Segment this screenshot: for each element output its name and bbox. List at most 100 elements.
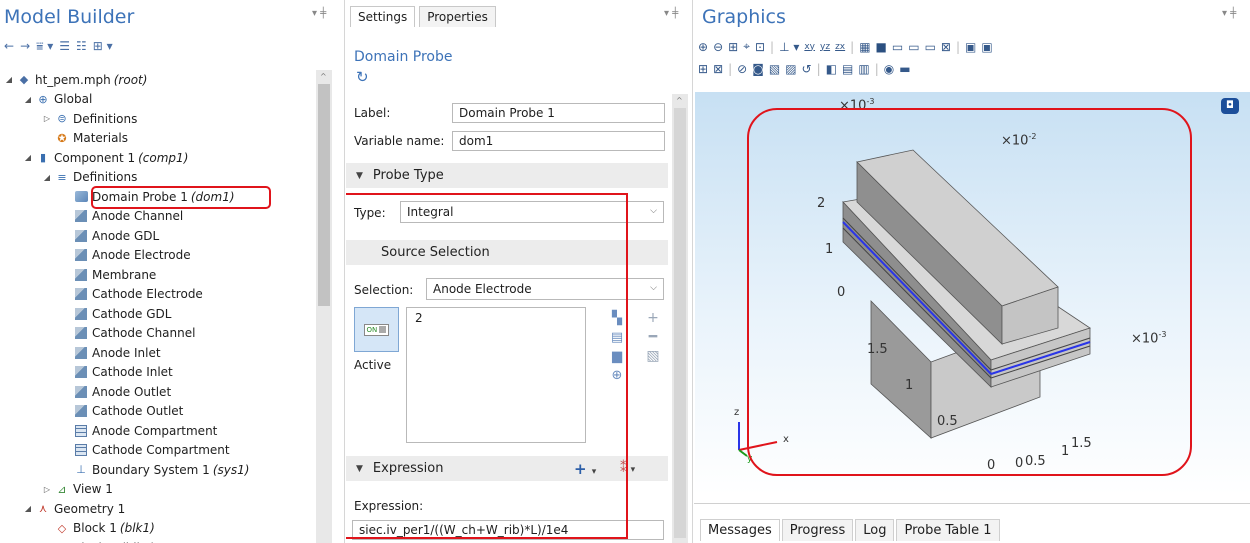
remove-icon[interactable]: ━: [646, 328, 660, 347]
select-domain-icon[interactable]: ■: [876, 40, 887, 54]
graphics-canvas[interactable]: ×10-3 ×10-2 ×10-3 2 1 0 1.5 1 0.5 0 0 0.…: [695, 92, 1250, 495]
wireframe-icon[interactable]: ▧: [769, 62, 780, 76]
expand-icon[interactable]: ☰: [59, 39, 70, 53]
tree-scroll-thumb[interactable]: [318, 84, 330, 306]
active-toggle[interactable]: ON: [354, 307, 399, 352]
source-selection-section[interactable]: Source Selection: [346, 240, 668, 265]
tree-item[interactable]: Cathode Compartment: [4, 441, 314, 461]
collapse-arrow-icon[interactable]: ◢: [23, 153, 33, 162]
reset-view-badge-icon[interactable]: ◘: [1221, 98, 1239, 114]
tree-item[interactable]: ▷ ⊿ View 1: [4, 480, 314, 500]
tree-item[interactable]: ◢ ▮ Component 1 (comp1): [4, 148, 314, 168]
select-object-icon[interactable]: ▦: [859, 40, 870, 54]
zoom-selection-icon[interactable]: ⊕: [610, 366, 624, 385]
tree-item[interactable]: ▷ ⊜ Definitions: [4, 109, 314, 129]
tree-item[interactable]: ◢ ≡ Definitions: [4, 168, 314, 188]
scene-light-icon[interactable]: ▤: [842, 62, 853, 76]
select-point-icon[interactable]: ▭: [925, 40, 936, 54]
tree-item[interactable]: Cathode Electrode: [4, 285, 314, 305]
pane-menu-icon[interactable]: ▾ ╪: [1222, 8, 1236, 19]
reset-view-icon[interactable]: ↺: [802, 62, 812, 76]
tree-item[interactable]: Anode Electrode: [4, 246, 314, 266]
collapse-arrow-icon[interactable]: ◢: [4, 75, 14, 84]
xy-view-icon[interactable]: xy: [804, 42, 815, 52]
settings-scroll-thumb[interactable]: [674, 108, 686, 538]
expression-field[interactable]: siec.iv_per1/((W_ch+W_rib)*L)/1e4: [352, 520, 664, 540]
zoom-in-icon[interactable]: ⊕: [698, 40, 708, 54]
clipboard-icon[interactable]: ▆: [610, 347, 624, 366]
tab-messages[interactable]: Messages: [700, 519, 780, 541]
tree-item[interactable]: ◇Block 2(blk2): [4, 538, 314, 543]
select-boundary-icon[interactable]: ▭: [892, 40, 903, 54]
zoom-selected-icon[interactable]: ⌖: [743, 39, 750, 54]
show-icon[interactable]: ⩸ ▾: [36, 39, 53, 54]
tree-item[interactable]: Membrane: [4, 265, 314, 285]
tree-item[interactable]: ◢ ⋏ Geometry 1: [4, 499, 314, 519]
selection-list[interactable]: 2: [406, 307, 586, 443]
orbit-icon[interactable]: ⊥ ▾: [779, 40, 799, 54]
collapse-icon[interactable]: ☷: [76, 39, 87, 53]
tab-settings[interactable]: Settings: [350, 6, 416, 27]
pane-menu-icon[interactable]: ▾ ╪: [312, 8, 326, 19]
probe-type-section[interactable]: ▼ Probe Type: [346, 163, 668, 188]
expand-arrow-icon[interactable]: ▷: [42, 114, 52, 123]
tree-item[interactable]: Domain Probe 1 (dom1): [4, 187, 314, 207]
pane-menu-icon[interactable]: ▾ ╪: [664, 8, 678, 19]
tab-progress[interactable]: Progress: [781, 519, 854, 541]
tree-item[interactable]: Anode Inlet: [4, 343, 314, 363]
settings-scrollbar[interactable]: ^: [672, 94, 688, 543]
zoom-box-icon[interactable]: ⊞: [728, 40, 738, 54]
tree-item[interactable]: Anode Compartment: [4, 421, 314, 441]
sort-icon[interactable]: ⊞ ▾: [93, 39, 113, 53]
collapse-arrow-icon[interactable]: ◢: [42, 173, 52, 182]
expand-arrow-icon[interactable]: ▷: [42, 485, 52, 494]
camera-icon[interactable]: ◉: [884, 62, 894, 76]
collapse-arrow-icon[interactable]: ◢: [23, 504, 33, 513]
light-icon[interactable]: ◧: [826, 62, 837, 76]
tree-item[interactable]: Anode Outlet: [4, 382, 314, 402]
selection-list-item[interactable]: 2: [415, 311, 577, 325]
zoom-out-icon[interactable]: ⊖: [713, 40, 723, 54]
tree-item[interactable]: ◢ ◆ ht_pem.mph (root): [4, 70, 314, 90]
tree-item[interactable]: ✪ Materials: [4, 129, 314, 149]
tree-item[interactable]: Cathode Inlet: [4, 363, 314, 383]
variable-name-field[interactable]: dom1: [452, 131, 665, 151]
replace-expression-icon[interactable]: ⁑ ▾: [620, 461, 635, 476]
hide-icon[interactable]: ⊘: [737, 62, 747, 76]
label-field[interactable]: Domain Probe 1: [452, 103, 665, 123]
paste-selection-icon[interactable]: ▚: [610, 309, 624, 328]
print-image-icon[interactable]: ▣: [981, 40, 992, 54]
clear-selection-icon[interactable]: ▧: [646, 347, 660, 366]
tree-item[interactable]: Anode GDL: [4, 226, 314, 246]
transparency-icon[interactable]: ▨: [785, 62, 796, 76]
add-icon[interactable]: +: [646, 309, 660, 328]
select-box-icon[interactable]: ⊞: [698, 62, 708, 76]
tab-log[interactable]: Log: [855, 519, 895, 541]
compute-icon[interactable]: ↻: [356, 68, 369, 86]
collapse-arrow-icon[interactable]: ◢: [23, 95, 33, 104]
tree-scrollbar[interactable]: ^: [316, 70, 332, 543]
selection-select[interactable]: Anode Electrode ⌵: [426, 278, 664, 300]
insert-expression-icon[interactable]: + ▾: [574, 460, 596, 478]
render-icon[interactable]: ◙: [752, 62, 764, 76]
copy-image-icon[interactable]: ▣: [965, 40, 976, 54]
tree-item[interactable]: ⊥ Boundary System 1 (sys1): [4, 460, 314, 480]
grid-icon[interactable]: ▥: [858, 62, 869, 76]
tree-item[interactable]: ◇ Block 1 (blk1): [4, 519, 314, 539]
tab-probe-table[interactable]: Probe Table 1: [896, 519, 1000, 541]
back-icon[interactable]: ←: [4, 39, 14, 53]
type-select[interactable]: Integral ⌵: [400, 201, 664, 223]
tree-item[interactable]: Cathode GDL: [4, 304, 314, 324]
deselect-box-icon[interactable]: ⊠: [713, 62, 723, 76]
tree-item[interactable]: ◢ ⊕ Global: [4, 90, 314, 110]
expression-section[interactable]: ▼ Expression + ▾ ⁑ ▾: [346, 456, 668, 481]
tree-item[interactable]: Cathode Channel: [4, 324, 314, 344]
zx-view-icon[interactable]: zx: [835, 42, 845, 52]
tab-properties[interactable]: Properties: [419, 6, 496, 27]
zoom-extents-icon[interactable]: ⊡: [755, 40, 765, 54]
tree-item[interactable]: Cathode Outlet: [4, 402, 314, 422]
select-none-icon[interactable]: ⊠: [941, 40, 951, 54]
select-edge-icon[interactable]: ▭: [908, 40, 919, 54]
forward-icon[interactable]: →: [20, 39, 30, 53]
yz-view-icon[interactable]: yz: [820, 42, 830, 52]
